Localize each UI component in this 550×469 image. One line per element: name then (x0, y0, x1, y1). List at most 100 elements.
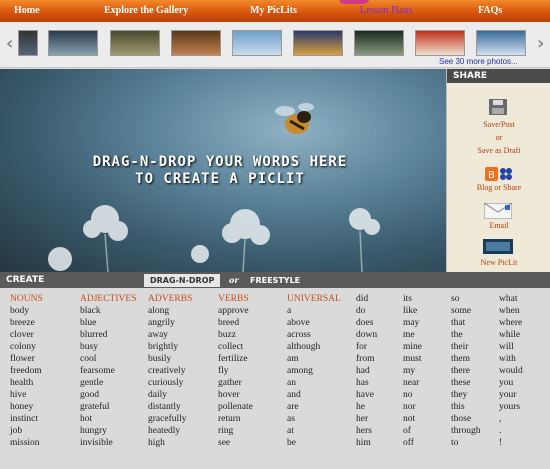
draggable-word[interactable]: instinct (10, 414, 43, 426)
draggable-word[interactable]: breed (218, 318, 253, 330)
email-envelope-icon[interactable] (484, 203, 512, 219)
draggable-word[interactable]: ! (499, 438, 523, 450)
photo-thumb[interactable] (232, 30, 282, 56)
draggable-word[interactable]: approve (218, 306, 253, 318)
new-piclit-icon[interactable] (483, 239, 513, 254)
draggable-word[interactable]: through (451, 426, 481, 438)
draggable-word[interactable]: heatedly (148, 426, 192, 438)
draggable-word[interactable]: return (218, 414, 253, 426)
draggable-word[interactable]: an (287, 378, 341, 390)
draggable-word[interactable]: them (451, 354, 481, 366)
draggable-word[interactable]: along (148, 306, 192, 318)
draggable-word[interactable]: pollenate (218, 402, 253, 414)
draggable-word[interactable]: health (10, 378, 43, 390)
draggable-word[interactable]: clover (10, 330, 43, 342)
draggable-word[interactable]: invisible (80, 438, 136, 450)
draggable-word[interactable]: do (356, 306, 377, 318)
draggable-word[interactable]: not (403, 414, 422, 426)
draggable-word[interactable]: am (287, 354, 341, 366)
save-draft-link[interactable]: Save as Draft (447, 146, 550, 155)
draggable-word[interactable]: while (499, 330, 523, 342)
draggable-word[interactable]: away (148, 330, 192, 342)
draggable-word[interactable]: your (499, 390, 523, 402)
draggable-word[interactable]: when (499, 306, 523, 318)
strip-next-arrow[interactable]: › (537, 33, 544, 54)
draggable-word[interactable]: gather (218, 378, 253, 390)
draggable-word[interactable]: to (451, 438, 481, 450)
piclit-canvas[interactable]: DRAG-N-DROP YOUR WORDS HERE TO CREATE A … (0, 69, 446, 272)
nav-explore-gallery[interactable]: Explore the Gallery (104, 5, 188, 16)
photo-thumb[interactable] (18, 30, 38, 56)
draggable-word[interactable]: my (403, 366, 422, 378)
draggable-word[interactable]: distantly (148, 402, 192, 414)
draggable-word[interactable]: gracefully (148, 414, 192, 426)
draggable-word[interactable]: have (356, 390, 377, 402)
draggable-word[interactable]: busily (148, 354, 192, 366)
draggable-word[interactable]: colony (10, 342, 43, 354)
draggable-word[interactable]: fearsome (80, 366, 136, 378)
tab-drag-n-drop[interactable]: DRAG-N-DROP (144, 274, 221, 287)
draggable-word[interactable]: gentle (80, 378, 136, 390)
draggable-word[interactable]: their (451, 342, 481, 354)
photo-thumb[interactable] (415, 30, 465, 56)
draggable-word[interactable]: will (499, 342, 523, 354)
draggable-word[interactable]: those (451, 414, 481, 426)
draggable-word[interactable]: hot (80, 414, 136, 426)
draggable-word[interactable]: job (10, 426, 43, 438)
draggable-word[interactable]: honey (10, 402, 43, 414)
draggable-word[interactable]: did (356, 294, 377, 306)
draggable-word[interactable]: cool (80, 354, 136, 366)
strip-prev-arrow[interactable]: ‹ (6, 33, 13, 54)
draggable-word[interactable]: curiously (148, 378, 192, 390)
draggable-word[interactable]: would (499, 366, 523, 378)
draggable-word[interactable]: as (287, 414, 341, 426)
draggable-word[interactable]: there (451, 366, 481, 378)
draggable-word[interactable]: must (403, 354, 422, 366)
photo-thumb[interactable] (48, 30, 98, 56)
draggable-word[interactable]: these (451, 378, 481, 390)
draggable-word[interactable]: that (451, 318, 481, 330)
draggable-word[interactable]: like (403, 306, 422, 318)
draggable-word[interactable]: , (499, 414, 523, 426)
draggable-word[interactable]: brightly (148, 342, 192, 354)
draggable-word[interactable]: busy (80, 342, 136, 354)
draggable-word[interactable]: grateful (80, 402, 136, 414)
draggable-word[interactable]: hers (356, 426, 377, 438)
draggable-word[interactable]: where (499, 318, 523, 330)
draggable-word[interactable]: for (356, 342, 377, 354)
draggable-word[interactable]: they (451, 390, 481, 402)
draggable-word[interactable]: has (356, 378, 377, 390)
draggable-word[interactable]: may (403, 318, 422, 330)
save-disk-icon[interactable] (489, 99, 507, 115)
draggable-word[interactable]: him (356, 438, 377, 450)
draggable-word[interactable]: above (287, 318, 341, 330)
draggable-word[interactable]: near (403, 378, 422, 390)
draggable-word[interactable]: mine (403, 342, 422, 354)
draggable-word[interactable]: nor (403, 402, 422, 414)
draggable-word[interactable]: among (287, 366, 341, 378)
draggable-word[interactable]: are (287, 402, 341, 414)
draggable-word[interactable]: buzz (218, 330, 253, 342)
see-more-photos-link[interactable]: See 30 more photos... (439, 57, 518, 66)
draggable-word[interactable]: the (451, 330, 481, 342)
draggable-word[interactable]: with (499, 354, 523, 366)
email-link[interactable]: Email (447, 221, 550, 230)
draggable-word[interactable]: body (10, 306, 43, 318)
draggable-word[interactable]: this (451, 402, 481, 414)
blogger-share-icon[interactable]: B (485, 167, 513, 181)
draggable-word[interactable]: be (287, 438, 341, 450)
draggable-word[interactable]: black (80, 306, 136, 318)
photo-thumb[interactable] (354, 30, 404, 56)
save-post-link[interactable]: Save/Post (447, 120, 550, 129)
draggable-word[interactable]: its (403, 294, 422, 306)
draggable-word[interactable]: down (356, 330, 377, 342)
blog-share-link[interactable]: Blog or Share (447, 183, 550, 192)
draggable-word[interactable]: high (148, 438, 192, 450)
draggable-word[interactable]: breeze (10, 318, 43, 330)
draggable-word[interactable]: no (403, 390, 422, 402)
draggable-word[interactable]: you (499, 378, 523, 390)
nav-faqs[interactable]: FAQs (478, 5, 502, 16)
draggable-word[interactable]: her (356, 414, 377, 426)
draggable-word[interactable]: hover (218, 390, 253, 402)
draggable-word[interactable]: fly (218, 366, 253, 378)
